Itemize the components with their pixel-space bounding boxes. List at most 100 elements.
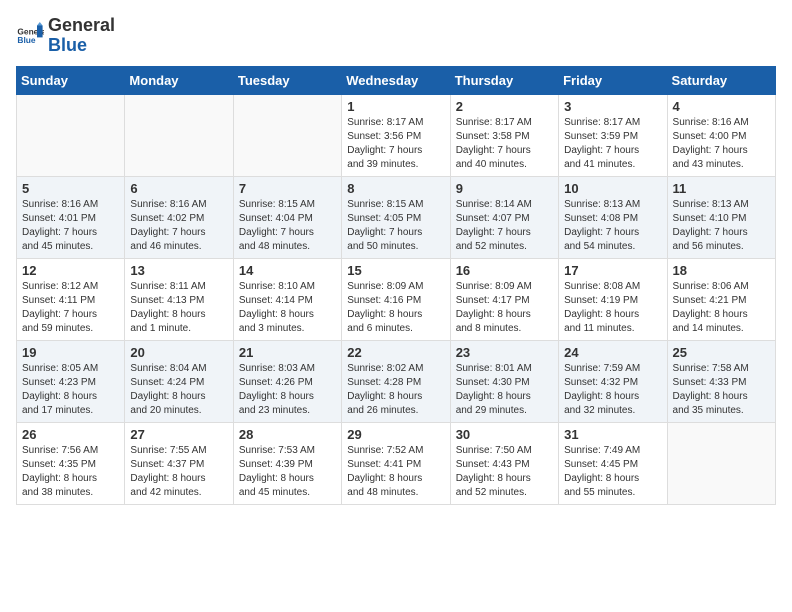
day-number: 4 [673,99,770,114]
day-number: 9 [456,181,553,196]
calendar-cell: 2 Sunrise: 8:17 AM Sunset: 3:58 PM Daylig… [450,94,558,176]
calendar-cell: 29 Sunrise: 7:52 AM Sunset: 4:41 PM Dayli… [342,422,450,504]
calendar-cell: 17 Sunrise: 8:08 AM Sunset: 4:19 PM Dayli… [559,258,667,340]
day-info: Sunrise: 8:14 AM Sunset: 4:07 PM Dayligh… [456,198,553,254]
day-info: Sunrise: 8:02 AM Sunset: 4:28 PM Dayligh… [347,362,444,418]
logo-blue-text: Blue [48,36,115,56]
calendar-cell: 23 Sunrise: 8:01 AM Sunset: 4:30 PM Dayli… [450,340,558,422]
day-info: Sunrise: 8:09 AM Sunset: 4:17 PM Dayligh… [456,280,553,336]
day-number: 22 [347,345,444,360]
day-info: Sunrise: 8:04 AM Sunset: 4:24 PM Dayligh… [130,362,227,418]
day-number: 18 [673,263,770,278]
day-info: Sunrise: 8:17 AM Sunset: 3:56 PM Dayligh… [347,116,444,172]
day-info: Sunrise: 8:13 AM Sunset: 4:08 PM Dayligh… [564,198,661,254]
day-number: 2 [456,99,553,114]
calendar-cell: 30Sunrise: 7:50 AM Sunset: 4:43 PM Dayli… [450,422,558,504]
day-info: Sunrise: 8:17 AM Sunset: 3:58 PM Dayligh… [456,116,553,172]
day-info: Sunrise: 8:01 AM Sunset: 4:30 PM Dayligh… [456,362,553,418]
day-info: Sunrise: 8:11 AM Sunset: 4:13 PM Dayligh… [130,280,227,336]
logo: General Blue General Blue [16,16,115,56]
day-number: 31 [564,427,661,442]
day-number: 15 [347,263,444,278]
calendar-cell: 21Sunrise: 8:03 AM Sunset: 4:26 PM Dayli… [233,340,341,422]
day-info: Sunrise: 7:56 AM Sunset: 4:35 PM Dayligh… [22,444,119,500]
day-info: Sunrise: 7:50 AM Sunset: 4:43 PM Dayligh… [456,444,553,500]
calendar-cell: 4 Sunrise: 8:16 AM Sunset: 4:00 PM Daylig… [667,94,775,176]
day-info: Sunrise: 8:05 AM Sunset: 4:23 PM Dayligh… [22,362,119,418]
weekday-header-row: SundayMondayTuesdayWednesdayThursdayFrid… [17,66,776,94]
calendar-cell: 19 Sunrise: 8:05 AM Sunset: 4:23 PM Dayli… [17,340,125,422]
weekday-header: Thursday [450,66,558,94]
calendar-cell: 13 Sunrise: 8:11 AM Sunset: 4:13 PM Dayli… [125,258,233,340]
day-info: Sunrise: 8:03 AM Sunset: 4:26 PM Dayligh… [239,362,336,418]
day-info: Sunrise: 7:55 AM Sunset: 4:37 PM Dayligh… [130,444,227,500]
weekday-header: Tuesday [233,66,341,94]
day-info: Sunrise: 8:15 AM Sunset: 4:04 PM Dayligh… [239,198,336,254]
day-info: Sunrise: 7:59 AM Sunset: 4:32 PM Dayligh… [564,362,661,418]
weekday-header: Saturday [667,66,775,94]
day-number: 19 [22,345,119,360]
day-info: Sunrise: 8:12 AM Sunset: 4:11 PM Dayligh… [22,280,119,336]
calendar-week-row: 1 Sunrise: 8:17 AM Sunset: 3:56 PM Daylig… [17,94,776,176]
day-info: Sunrise: 8:08 AM Sunset: 4:19 PM Dayligh… [564,280,661,336]
calendar-cell: 7 Sunrise: 8:15 AM Sunset: 4:04 PM Daylig… [233,176,341,258]
day-info: Sunrise: 8:13 AM Sunset: 4:10 PM Dayligh… [673,198,770,254]
day-info: Sunrise: 7:52 AM Sunset: 4:41 PM Dayligh… [347,444,444,500]
calendar-cell: 10Sunrise: 8:13 AM Sunset: 4:08 PM Dayli… [559,176,667,258]
day-info: Sunrise: 8:06 AM Sunset: 4:21 PM Dayligh… [673,280,770,336]
calendar-cell: 22 Sunrise: 8:02 AM Sunset: 4:28 PM Dayli… [342,340,450,422]
calendar-cell: 15Sunrise: 8:09 AM Sunset: 4:16 PM Dayli… [342,258,450,340]
calendar-cell: 26 Sunrise: 7:56 AM Sunset: 4:35 PM Dayli… [17,422,125,504]
day-number: 13 [130,263,227,278]
day-number: 28 [239,427,336,442]
day-number: 14 [239,263,336,278]
calendar-cell: 11 Sunrise: 8:13 AM Sunset: 4:10 PM Dayli… [667,176,775,258]
day-number: 11 [673,181,770,196]
calendar-cell: 8 Sunrise: 8:15 AM Sunset: 4:05 PM Daylig… [342,176,450,258]
calendar-cell: 20 Sunrise: 8:04 AM Sunset: 4:24 PM Dayli… [125,340,233,422]
calendar-table: SundayMondayTuesdayWednesdayThursdayFrid… [16,66,776,505]
day-number: 17 [564,263,661,278]
calendar-cell: 3 Sunrise: 8:17 AM Sunset: 3:59 PM Daylig… [559,94,667,176]
day-info: Sunrise: 8:17 AM Sunset: 3:59 PM Dayligh… [564,116,661,172]
day-number: 29 [347,427,444,442]
calendar-week-row: 19 Sunrise: 8:05 AM Sunset: 4:23 PM Dayli… [17,340,776,422]
day-number: 24 [564,345,661,360]
calendar-cell: 25 Sunrise: 7:58 AM Sunset: 4:33 PM Dayli… [667,340,775,422]
day-info: Sunrise: 8:15 AM Sunset: 4:05 PM Dayligh… [347,198,444,254]
day-info: Sunrise: 7:49 AM Sunset: 4:45 PM Dayligh… [564,444,661,500]
calendar-cell: 5Sunrise: 8:16 AM Sunset: 4:01 PM Daylig… [17,176,125,258]
day-number: 8 [347,181,444,196]
day-number: 7 [239,181,336,196]
day-info: Sunrise: 8:10 AM Sunset: 4:14 PM Dayligh… [239,280,336,336]
calendar-cell: 27 Sunrise: 7:55 AM Sunset: 4:37 PM Dayli… [125,422,233,504]
calendar-cell: 6Sunrise: 8:16 AM Sunset: 4:02 PM Daylig… [125,176,233,258]
day-number: 27 [130,427,227,442]
page-header: General Blue General Blue [16,16,776,56]
calendar-cell [667,422,775,504]
calendar-cell: 12Sunrise: 8:12 AM Sunset: 4:11 PM Dayli… [17,258,125,340]
day-number: 16 [456,263,553,278]
calendar-cell: 14 Sunrise: 8:10 AM Sunset: 4:14 PM Dayli… [233,258,341,340]
calendar-cell: 16 Sunrise: 8:09 AM Sunset: 4:17 PM Dayli… [450,258,558,340]
day-number: 5 [22,181,119,196]
weekday-header: Monday [125,66,233,94]
svg-text:Blue: Blue [17,35,35,45]
day-number: 26 [22,427,119,442]
calendar-cell: 28Sunrise: 7:53 AM Sunset: 4:39 PM Dayli… [233,422,341,504]
day-number: 1 [347,99,444,114]
calendar-cell [17,94,125,176]
logo-icon: General Blue [16,22,44,50]
calendar-cell: 24 Sunrise: 7:59 AM Sunset: 4:32 PM Dayli… [559,340,667,422]
calendar-cell [233,94,341,176]
weekday-header: Wednesday [342,66,450,94]
day-number: 3 [564,99,661,114]
day-info: Sunrise: 7:58 AM Sunset: 4:33 PM Dayligh… [673,362,770,418]
weekday-header: Friday [559,66,667,94]
day-number: 23 [456,345,553,360]
day-number: 25 [673,345,770,360]
day-number: 20 [130,345,227,360]
calendar-cell: 18 Sunrise: 8:06 AM Sunset: 4:21 PM Dayli… [667,258,775,340]
day-info: Sunrise: 8:16 AM Sunset: 4:00 PM Dayligh… [673,116,770,172]
day-number: 6 [130,181,227,196]
